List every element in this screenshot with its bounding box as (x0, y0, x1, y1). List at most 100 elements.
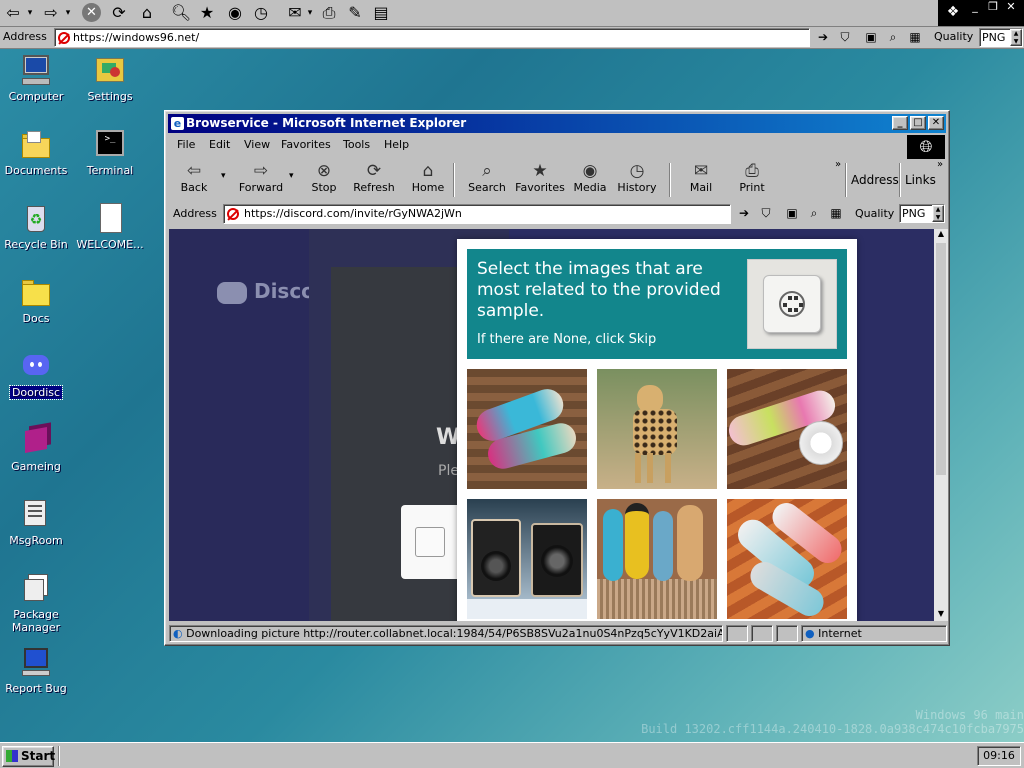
clipboard-icon[interactable]: ▦ (906, 29, 924, 46)
mail-icon[interactable]: ✉ (284, 3, 306, 23)
status-text-cell: ◐ Downloading picture http://router.coll… (169, 625, 723, 642)
menu-tools[interactable]: Tools (343, 138, 370, 151)
edit-icon[interactable]: ✎ (344, 3, 366, 23)
scroll-thumb[interactable] (936, 243, 946, 475)
captcha-image-speakers[interactable] (467, 499, 587, 619)
clipboard-icon[interactable]: ▦ (827, 205, 845, 222)
status-cell (751, 625, 773, 642)
chevron-more-icon[interactable]: » (937, 159, 943, 170)
desktop-icon-settings[interactable]: Settings (74, 54, 146, 103)
vertical-scrollbar[interactable]: ▲ ▼ (934, 229, 948, 621)
menu-file[interactable]: File (177, 138, 195, 151)
scroll-down-icon[interactable]: ▼ (934, 609, 948, 621)
desktop-icon-docs[interactable]: Docs (0, 276, 72, 325)
quality-spinner-icon[interactable]: ▲ ▼ (1010, 29, 1022, 46)
captcha-image-paper-rolls[interactable] (727, 369, 847, 489)
quality-select[interactable]: PNG ▲ ▼ (899, 204, 945, 223)
desktop-icon-gameing[interactable]: Gameing (0, 424, 72, 473)
build-line-1: Windows 96 main (915, 708, 1024, 722)
desktop-icon-terminal[interactable]: >_ Terminal (74, 128, 146, 177)
chevron-more-icon[interactable]: » (835, 159, 841, 170)
search-icon[interactable]: 🔍︎ (170, 3, 192, 23)
captcha-image-cheetah[interactable] (597, 369, 717, 489)
links-toggle[interactable]: Links (905, 173, 936, 187)
print-button[interactable]: ⎙ Print (735, 161, 769, 194)
history-icon[interactable]: ◷ (250, 3, 272, 23)
save-icon[interactable]: ▣ (783, 205, 801, 222)
menu-help[interactable]: Help (384, 138, 409, 151)
forward-dropdown-icon[interactable]: ▾ (289, 171, 294, 181)
scroll-up-icon[interactable]: ▲ (934, 229, 948, 241)
media-button[interactable]: ◉ Media (573, 161, 607, 194)
menu-favorites[interactable]: Favorites (281, 138, 331, 151)
search-button[interactable]: ⌕ Search (467, 161, 507, 194)
save-icon[interactable]: ▣ (862, 29, 880, 46)
print-label: Print (739, 181, 765, 194)
forward-arrow-icon[interactable]: ⇨ (40, 3, 62, 23)
forward-dropdown-icon[interactable]: ▾ (62, 3, 74, 23)
taskbar-separator (58, 746, 60, 766)
quality-label: Quality (855, 207, 895, 220)
go-arrow-icon[interactable]: ➔ (735, 205, 753, 222)
history-button[interactable]: ◷ History (615, 161, 659, 194)
minimize-button[interactable]: _ (892, 116, 908, 130)
favorites-icon[interactable]: ★ (196, 3, 218, 23)
forward-arrow-icon: ⇨ (253, 161, 269, 181)
restore-icon[interactable]: ❐ (984, 0, 1002, 14)
menu-edit[interactable]: Edit (209, 138, 230, 151)
forward-button[interactable]: ⇨ Forward (235, 161, 287, 194)
captcha-image-colored-rolls[interactable] (597, 499, 717, 619)
print-icon[interactable]: ⎙ (318, 3, 340, 23)
favorites-label: Favorites (515, 181, 565, 194)
stop-icon[interactable]: ✕ (82, 3, 101, 22)
home-button[interactable]: ⌂ Home (409, 161, 447, 194)
media-icon[interactable]: ◉ (224, 3, 246, 23)
back-arrow-icon: ⇦ (186, 161, 202, 181)
back-button[interactable]: ⇦ Back (177, 161, 211, 194)
refresh-icon[interactable]: ⟳ (108, 3, 130, 23)
bookmark-icon[interactable]: ⛉ (836, 29, 854, 46)
refresh-button[interactable]: ⟳ Refresh (353, 161, 395, 194)
desktop-icon-report-bug[interactable]: Report Bug (0, 646, 72, 695)
address-toggle[interactable]: Address (851, 173, 899, 187)
close-button[interactable]: ✕ (928, 116, 944, 130)
bookmark-icon[interactable]: ⛉ (757, 205, 775, 222)
discord-logo-text: Disco (253, 279, 315, 303)
internet-globe-icon: ● (805, 627, 819, 640)
quality-spinner-icon[interactable]: ▲ ▼ (932, 205, 944, 222)
minimize-icon[interactable]: _ (966, 0, 984, 14)
start-button[interactable]: Start (2, 746, 55, 767)
find-icon[interactable]: ⌕ (805, 205, 823, 222)
desktop-icon-welcome[interactable]: M↓ WELCOME... (74, 202, 146, 251)
outer-url-field[interactable]: https://windows96.net/ (54, 28, 810, 47)
back-arrow-icon[interactable]: ⇦ (2, 3, 24, 23)
back-dropdown-icon[interactable]: ▾ (24, 3, 36, 23)
favorites-button[interactable]: ★ Favorites (513, 161, 567, 194)
close-icon[interactable]: ✕ (1002, 0, 1020, 14)
back-dropdown-icon[interactable]: ▾ (221, 171, 226, 181)
find-icon[interactable]: ⌕ (884, 29, 902, 46)
home-icon[interactable]: ⌂ (136, 3, 158, 23)
terminal-icon: >_ (94, 128, 126, 160)
ie-url-field[interactable]: https://discord.com/invite/rGyNWA2jWn (223, 204, 731, 224)
desktop-icon-recycle-bin[interactable]: ♻ Recycle Bin (0, 202, 72, 251)
mail-button[interactable]: ✉ Mail (683, 161, 719, 194)
desktop-icon-doordisc[interactable]: Doordisc (0, 350, 72, 400)
mail-dropdown-icon[interactable]: ▾ (304, 3, 316, 23)
document-icon[interactable]: ▤ (370, 3, 392, 23)
stop-button[interactable]: ⊗ Stop (307, 161, 341, 194)
quality-select[interactable]: PNG ▲ ▼ (979, 28, 1023, 47)
ie-title-bar[interactable]: e Browservice - Microsoft Internet Explo… (168, 114, 946, 133)
desktop-icon-documents[interactable]: Documents (0, 128, 72, 177)
desktop-icon-computer[interactable]: Computer (0, 54, 72, 103)
menu-view[interactable]: View (244, 138, 270, 151)
zone-cell: ● Internet (801, 625, 947, 642)
hcaptcha-checkbox[interactable] (415, 527, 445, 557)
desktop-icon-package-manager[interactable]: Package Manager (0, 572, 72, 634)
captcha-image-tape-rolls[interactable] (467, 369, 587, 489)
maximize-button[interactable]: □ (910, 116, 926, 130)
desktop-icon-msgroom[interactable]: MsgRoom (0, 498, 72, 547)
desktop-icon-label: Report Bug (5, 682, 67, 695)
captcha-image-tissue-rolls[interactable] (727, 499, 847, 619)
go-arrow-icon[interactable]: ➔ (814, 29, 832, 46)
